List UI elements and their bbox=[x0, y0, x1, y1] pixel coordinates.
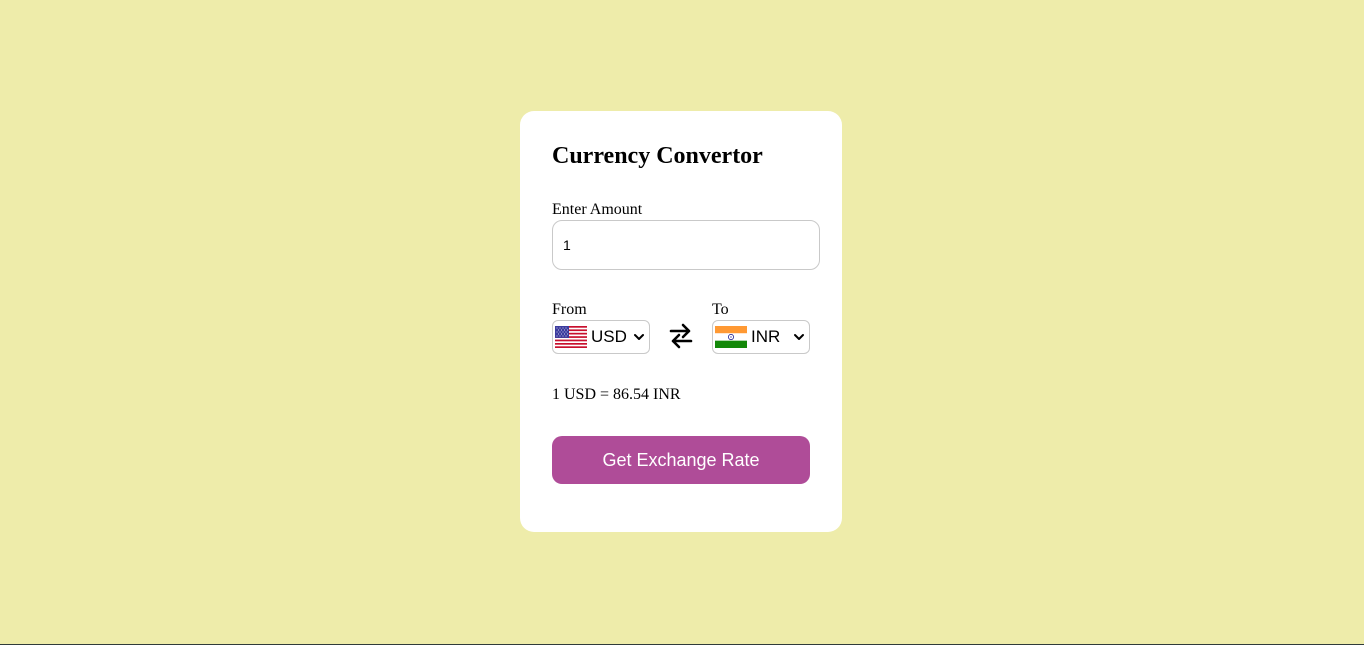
us-flag-icon bbox=[555, 326, 587, 348]
get-exchange-rate-button[interactable]: Get Exchange Rate bbox=[552, 436, 810, 484]
swap-arrows-icon[interactable] bbox=[668, 322, 694, 350]
india-flag-icon bbox=[715, 326, 747, 348]
exchange-rate-text: 1 USD = 86.54 INR bbox=[552, 386, 681, 403]
page-background: { "converter": { "title": "Currency Conv… bbox=[0, 0, 1364, 645]
amount-label: Enter Amount bbox=[552, 201, 643, 218]
from-label: From bbox=[552, 301, 587, 318]
chevron-down-icon bbox=[634, 334, 644, 340]
from-currency-code: USD bbox=[591, 327, 627, 346]
chevron-down-icon bbox=[794, 334, 804, 340]
to-currency-code: INR bbox=[751, 327, 781, 346]
from-currency-select[interactable]: USD bbox=[552, 320, 650, 354]
amount-input[interactable] bbox=[552, 220, 820, 270]
page-title: Currency Convertor bbox=[552, 143, 763, 169]
converter-card: Currency Convertor Enter Amount From To … bbox=[520, 111, 842, 532]
to-label: To bbox=[712, 301, 729, 318]
to-currency-select[interactable]: INR bbox=[712, 320, 810, 354]
